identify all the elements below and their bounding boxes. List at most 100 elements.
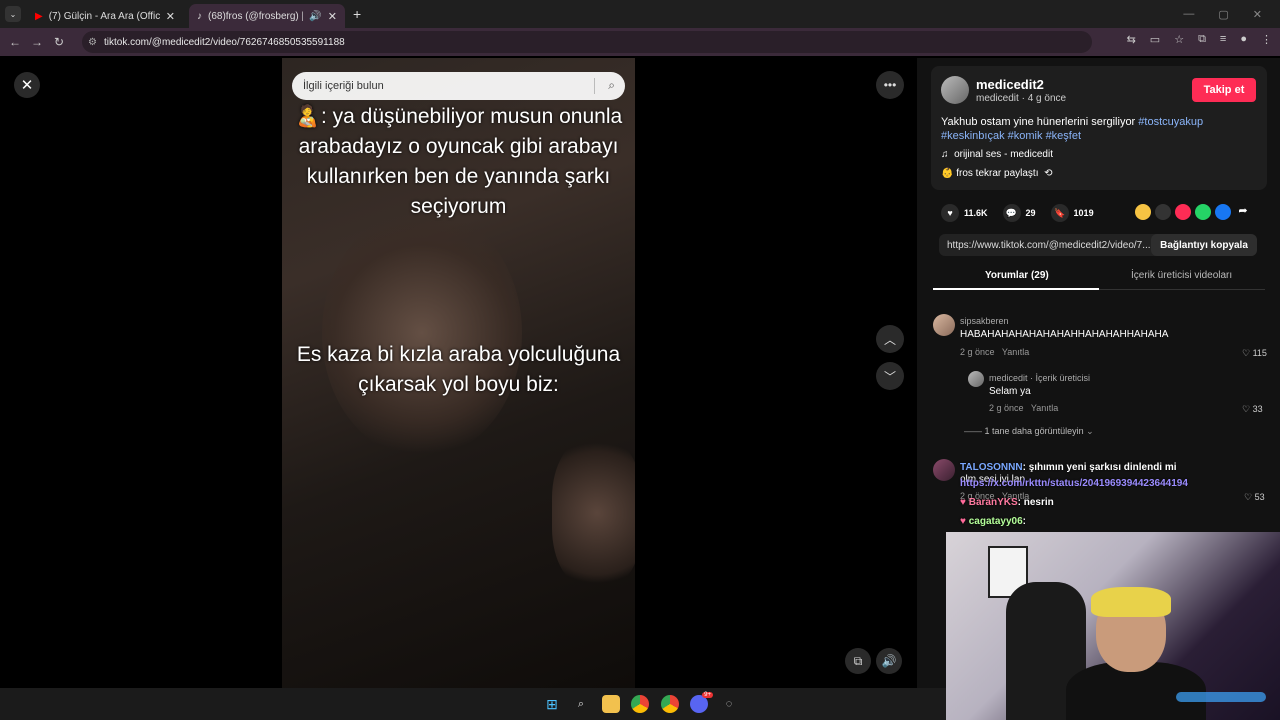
chat-username: TALOSONNN (960, 462, 1023, 473)
sound-link[interactable]: ♫ orijinal ses - medicedit (941, 149, 1053, 160)
tab-youtube[interactable]: ▶ (7) Gülçin - Ara Ara (Official Vid ✕ (27, 4, 183, 28)
comment-text: HABAHAHAHAHAHAHAHHAHAHAHHAHAHA (960, 329, 1169, 340)
like-icon[interactable]: ♥ (941, 204, 959, 222)
post-time: · 4 g önce (1021, 93, 1067, 104)
author-username[interactable]: medicedit2 (976, 77, 1044, 92)
whatsapp-icon[interactable] (1195, 204, 1211, 220)
related-search-input[interactable]: İlgili içeriği bulun ⌕ (292, 72, 625, 100)
profile-avatar[interactable]: ● (1240, 33, 1247, 46)
comment-icon[interactable]: 💬 (1002, 204, 1021, 222)
video-description: Yakhub ostam yine hünerlerini sergiliyor… (941, 115, 1241, 143)
search-placeholder: İlgili içeriği bulun (303, 80, 384, 92)
translate-icon[interactable]: ⇆ (1127, 33, 1136, 46)
comment-like[interactable]: ♡ 53 (1244, 492, 1265, 503)
comment-like[interactable]: ♡ 115 (1242, 348, 1267, 359)
tab-comments[interactable]: Yorumlar (29) (985, 270, 1049, 281)
comment-meta: 2 g önce Yanıtla (960, 347, 1029, 357)
share-arrow-icon[interactable]: ➦ (1235, 204, 1251, 220)
send-icon[interactable] (1175, 204, 1191, 220)
bookmark-icon[interactable]: 🔖 (1050, 204, 1069, 222)
comment-username[interactable]: sipsakberen (960, 316, 1009, 326)
menu-icon[interactable]: ⋮ (1261, 33, 1272, 46)
speaker-icon[interactable]: 🔊 (309, 11, 321, 22)
repost-text: fros tekrar paylaştı (956, 168, 1039, 179)
tab-title: (68)fros (@frosberg) | TikTok (208, 10, 304, 22)
forward-icon[interactable]: → (26, 35, 48, 49)
comment-time: 2 g önce (960, 347, 995, 357)
next-video-button[interactable]: ﹀ (876, 362, 904, 390)
reload-icon[interactable]: ↻ (48, 35, 70, 49)
chat-message: ♥ cagatayy06: (960, 516, 1026, 527)
hashtag-link[interactable]: #tostcuyakup (1138, 116, 1203, 128)
floating-player-button[interactable]: ⧉ (845, 648, 871, 674)
url-input[interactable]: ⚙ tiktok.com/@medicedit2/video/762674685… (82, 31, 1092, 53)
commenter-avatar[interactable] (933, 459, 955, 481)
copy-link-button[interactable]: Bağlantıyı kopyala (1151, 234, 1257, 256)
chrome-active-icon[interactable] (661, 695, 679, 713)
bookmark-star-icon[interactable]: ☆ (1174, 33, 1184, 46)
new-tab-button[interactable]: + (353, 6, 361, 22)
close-window-icon[interactable]: ✕ (1253, 8, 1262, 21)
search-icon[interactable]: ⌕ (572, 695, 590, 713)
like-count: 11.6K (964, 208, 988, 218)
tab-tiktok[interactable]: ♪ (68)fros (@frosberg) | TikTok 🔊 ✕ (189, 4, 345, 28)
led-light (1176, 692, 1266, 702)
minimize-icon[interactable]: — (1183, 8, 1194, 21)
file-explorer-icon[interactable] (602, 695, 620, 713)
maximize-icon[interactable]: ▢ (1218, 8, 1228, 21)
reply-username[interactable]: medicedit · İçerik üreticisi (989, 373, 1090, 383)
video-link-text[interactable]: https://www.tiktok.com/@medicedit2/video… (947, 240, 1151, 251)
friends-share-icon[interactable] (1135, 204, 1151, 220)
description-text: Yakhub ostam yine hünerlerini sergiliyor (941, 116, 1136, 128)
cast-icon[interactable]: ▭ (1150, 33, 1160, 46)
author-avatar[interactable] (941, 76, 969, 104)
volume-button[interactable]: 🔊 (876, 648, 902, 674)
embed-icon[interactable] (1155, 204, 1171, 220)
obs-icon[interactable]: ◌ (720, 695, 738, 713)
close-video-button[interactable]: ✕ (14, 72, 40, 98)
reading-list-icon[interactable]: ≡ (1220, 33, 1226, 46)
more-options-button[interactable]: ••• (876, 71, 904, 99)
webcam-overlay (946, 532, 1280, 720)
reply-avatar[interactable] (968, 371, 984, 387)
windows-start-icon[interactable]: ⊞ (543, 695, 561, 713)
close-tab-icon[interactable]: ✕ (328, 10, 337, 23)
heart-icon: ♥ (960, 497, 966, 508)
chat-text: : nesrin (1017, 497, 1054, 508)
previous-video-button[interactable]: ︿ (876, 325, 904, 353)
follow-button[interactable]: Takip et (1192, 78, 1256, 102)
facebook-icon[interactable] (1215, 204, 1231, 220)
close-tab-icon[interactable]: ✕ (166, 10, 175, 23)
reply-like-count: 33 (1252, 404, 1263, 414)
windows-taskbar (0, 688, 946, 720)
reply-like[interactable]: ♡ 33 (1242, 404, 1263, 415)
tab-search-button[interactable]: ⌄ (5, 6, 21, 22)
chrome-icon[interactable] (631, 695, 649, 713)
url-text: tiktok.com/@medicedit2/video/76267468505… (104, 36, 345, 48)
music-note-icon: ♫ (941, 149, 949, 160)
author-handle[interactable]: medicedit (976, 93, 1019, 104)
reply-link[interactable]: Yanıtla (1031, 403, 1058, 413)
chat-username: BaranYKS (968, 497, 1018, 508)
discord-icon[interactable]: 9+ (690, 692, 713, 713)
heart-icon: ♥ (960, 516, 966, 527)
reply-link[interactable]: Yanıtla (1002, 347, 1029, 357)
video-link-box: https://www.tiktok.com/@medicedit2/video… (939, 234, 1257, 256)
heart-outline-icon: ♡ (1244, 492, 1253, 502)
site-settings-icon[interactable]: ⚙ (88, 37, 97, 48)
hashtag-link[interactable]: #komik (1008, 130, 1043, 142)
chevron-up-icon: ︿ (883, 332, 896, 347)
share-buttons: ➦ (1135, 204, 1251, 220)
volume-icon: 🔊 (881, 654, 897, 668)
tab-creator-videos[interactable]: İçerik üreticisi videoları (1131, 270, 1232, 281)
view-more-replies[interactable]: —— 1 tane daha görüntüleyin ⌄ (964, 426, 1094, 437)
extensions-icon[interactable]: ⧉ (1198, 33, 1206, 46)
hashtag-link[interactable]: #keskinbıçak (941, 130, 1005, 142)
commenter-avatar[interactable] (933, 314, 955, 336)
chat-text: : şıhımın yeni şarkısı dinlendi mi (1022, 462, 1177, 473)
hashtag-link[interactable]: #keşfet (1046, 130, 1081, 142)
author-subline: medicedit · 4 g önce (976, 93, 1066, 104)
search-icon[interactable]: ⌕ (608, 78, 615, 93)
repost-icon: ⟲ (1044, 168, 1053, 179)
back-icon[interactable]: ← (4, 35, 26, 49)
